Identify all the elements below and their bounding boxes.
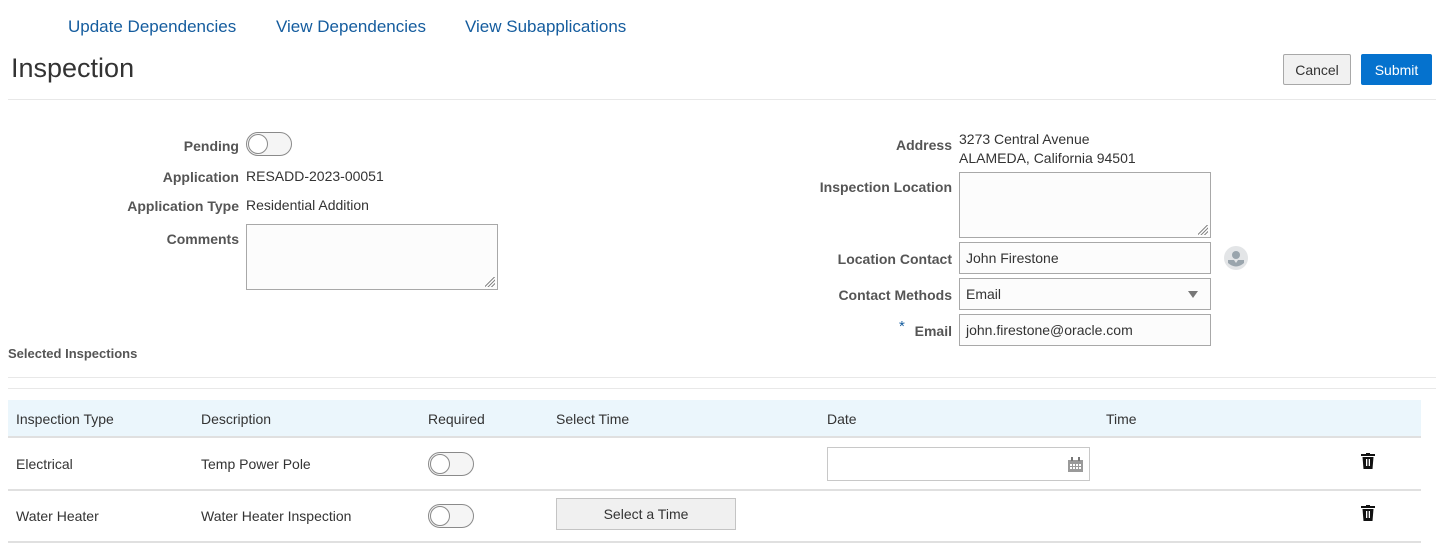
table-header: Inspection Type Description Required Sel… [8,400,1421,438]
view-subapplications-link[interactable]: View Subapplications [465,17,626,37]
column-header-date[interactable]: Date [827,411,857,427]
location-contact-label: Location Contact [837,251,952,267]
column-header-time[interactable]: Time [1106,411,1137,427]
contact-methods-value: Email [966,286,1002,302]
comments-textarea[interactable] [246,224,498,290]
submit-button[interactable]: Submit [1361,54,1432,85]
contact-methods-select[interactable]: Email [959,278,1211,310]
delete-trash-icon[interactable] [1361,453,1375,469]
section-divider [8,388,1436,389]
update-dependencies-link[interactable]: Update Dependencies [68,17,236,37]
description-cell: Temp Power Pole [201,456,311,472]
resize-grip-icon[interactable] [485,277,495,287]
inspection-type-cell: Water Heater [16,508,99,524]
contact-methods-label: Contact Methods [838,287,952,303]
application-type-label: Application Type [127,198,239,214]
column-header-select-time[interactable]: Select Time [556,411,629,427]
contact-avatar-icon[interactable] [1224,246,1248,270]
delete-trash-icon[interactable] [1361,505,1375,521]
address-line2: ALAMEDA, California 94501 [959,150,1136,166]
toggle-knob [430,506,450,526]
pending-toggle[interactable] [246,132,292,156]
application-value: RESADD-2023-00051 [246,168,384,184]
inspection-type-cell: Electrical [16,456,73,472]
select-time-button[interactable]: Select a Time [556,498,736,530]
toggle-knob [430,454,450,474]
inspection-location-textarea[interactable] [959,172,1211,238]
cancel-button[interactable]: Cancel [1283,54,1351,85]
table-row: Water Heater Water Heater Inspection Sel… [8,491,1421,543]
table-row: Electrical Temp Power Pole [8,438,1421,491]
page-title: Inspection [11,53,135,83]
toggle-knob [248,134,268,154]
view-dependencies-link[interactable]: View Dependencies [276,17,426,37]
section-divider [8,377,1436,378]
email-input[interactable]: john.firestone@oracle.com [959,314,1211,346]
required-toggle[interactable] [428,452,474,476]
address-label: Address [895,137,952,153]
chevron-down-icon [1188,290,1198,298]
required-toggle[interactable] [428,504,474,528]
header-divider [8,99,1436,100]
pending-label: Pending [183,138,239,154]
application-label: Application [162,169,239,185]
location-contact-input[interactable]: John Firestone [959,242,1211,274]
application-type-value: Residential Addition [246,197,369,213]
resize-grip-icon[interactable] [1198,225,1208,235]
selected-inspections-heading: Selected Inspections [8,346,138,361]
date-input[interactable] [827,447,1090,481]
calendar-icon[interactable] [1067,457,1084,473]
inspection-location-label: Inspection Location [819,179,952,195]
description-cell: Water Heater Inspection [201,508,352,524]
column-header-inspection-type[interactable]: Inspection Type [16,411,114,427]
comments-label: Comments [166,231,239,247]
column-header-required[interactable]: Required [428,411,485,427]
column-header-description[interactable]: Description [201,411,271,427]
address-line1: 3273 Central Avenue [959,131,1090,147]
email-label: Email [914,323,952,339]
